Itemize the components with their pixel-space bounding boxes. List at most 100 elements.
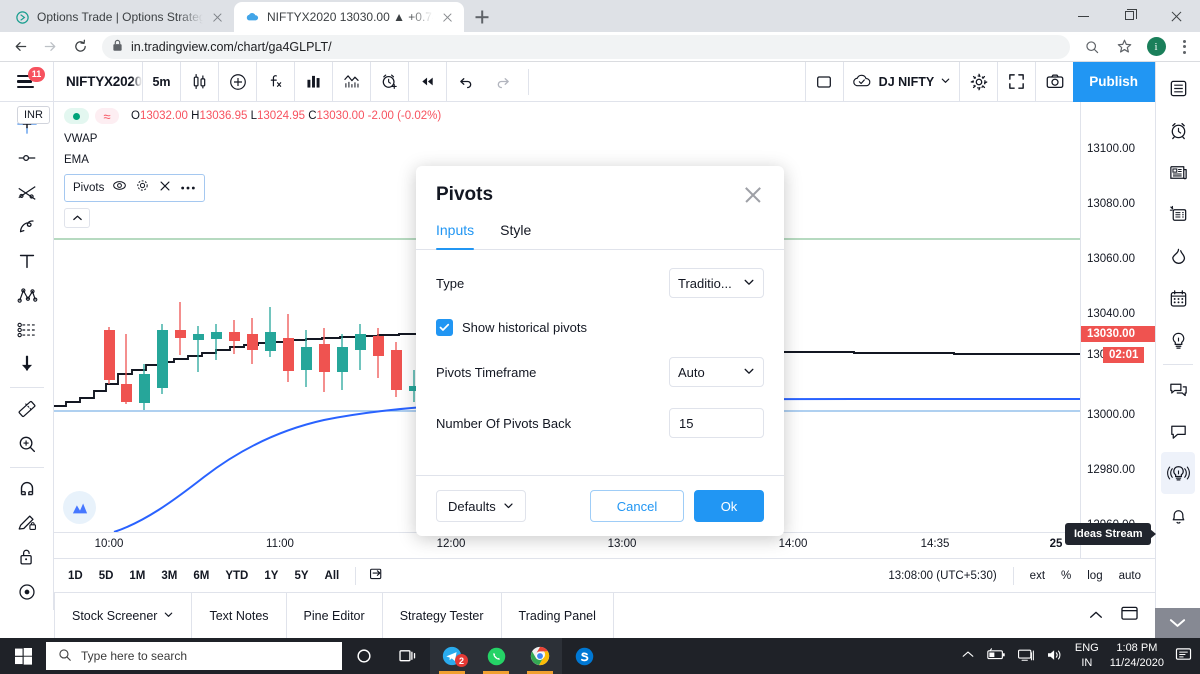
windows-icon[interactable] (0, 638, 46, 674)
calendar-icon[interactable] (1161, 277, 1195, 319)
pattern-icon[interactable] (8, 279, 46, 311)
back-icon[interactable] (6, 33, 34, 61)
tab-strategy-tester[interactable]: Strategy Tester (383, 592, 502, 639)
watchlist-icon[interactable] (1161, 67, 1195, 109)
close-x-icon[interactable] (742, 184, 764, 206)
fx-icon[interactable] (256, 61, 294, 102)
battery-icon[interactable] (986, 648, 1006, 664)
range-6m[interactable]: 6M (185, 570, 217, 582)
close-x-icon[interactable] (158, 179, 172, 198)
symbol-search[interactable]: NIFTYX2020 (54, 74, 142, 89)
tab-pine-editor[interactable]: Pine Editor (287, 592, 383, 639)
chat-icon[interactable] (1161, 368, 1195, 410)
volume-icon[interactable] (1046, 648, 1064, 665)
language-indicator[interactable]: ENG IN (1075, 641, 1099, 671)
arrow-down-icon[interactable] (8, 348, 46, 380)
bar-replay-icon[interactable] (294, 61, 332, 102)
currency-badge[interactable]: INR (17, 106, 50, 124)
range-1m[interactable]: 1M (121, 570, 153, 582)
hide-drawings-icon[interactable] (8, 576, 46, 608)
date-range-icon[interactable] (364, 565, 389, 587)
type-select[interactable]: Traditio... (669, 268, 764, 298)
panel-maximize-icon[interactable] (1120, 605, 1139, 626)
range-1d[interactable]: 1D (54, 570, 91, 582)
defaults-button[interactable]: Defaults (436, 490, 526, 522)
search-input[interactable]: Type here to search (46, 642, 342, 670)
publish-button[interactable]: Publish (1073, 61, 1154, 102)
main-menu-button[interactable]: 11 (0, 61, 54, 102)
panel-collapse-icon[interactable] (1088, 607, 1104, 625)
rewind-icon[interactable] (408, 61, 446, 102)
indicators-plus-icon[interactable] (218, 61, 256, 102)
ideas-bulb-icon[interactable] (1161, 319, 1195, 361)
reload-icon[interactable] (66, 33, 94, 61)
bookmark-star-icon[interactable] (1110, 33, 1138, 61)
toggle-log[interactable]: log (1079, 570, 1110, 582)
whatsapp-icon[interactable] (474, 638, 518, 674)
tab-trading-panel[interactable]: Trading Panel (502, 592, 614, 639)
range-ytd[interactable]: YTD (217, 570, 256, 582)
skype-icon[interactable] (562, 638, 606, 674)
private-chat-icon[interactable] (1161, 410, 1195, 452)
clock[interactable]: 1:08 PM 11/24/2020 (1110, 641, 1164, 671)
address-bar[interactable]: in.tradingview.com/chart/ga4GLPLT/ (102, 34, 1070, 59)
notification-icon[interactable] (1175, 647, 1192, 665)
alert-clock-icon[interactable] (370, 61, 408, 102)
data-window-icon[interactable] (1161, 193, 1195, 235)
camera-icon[interactable] (1035, 61, 1073, 102)
ok-button[interactable]: Ok (694, 490, 764, 522)
news-icon[interactable] (1161, 151, 1195, 193)
fullscreen-icon[interactable] (997, 61, 1035, 102)
tab-stock-screener[interactable]: Stock Screener (54, 592, 193, 639)
tab-style[interactable]: Style (500, 222, 531, 249)
pivots-timeframe-select[interactable]: Auto (669, 357, 764, 387)
forecast-icon[interactable] (8, 314, 46, 346)
range-5d[interactable]: 5D (91, 570, 122, 582)
zoom-search-icon[interactable] (1078, 33, 1106, 61)
cancel-button[interactable]: Cancel (590, 490, 684, 522)
text-icon[interactable] (8, 245, 46, 277)
compare-icon[interactable] (332, 61, 370, 102)
drawing-mode-icon[interactable] (8, 507, 46, 539)
magnet-icon[interactable] (8, 473, 46, 505)
chevron-down-icon[interactable] (163, 609, 174, 623)
browser-tab-1[interactable]: Options Trade | Options Strategy (4, 2, 234, 32)
ideas-stream-icon[interactable] (1161, 452, 1195, 494)
brush-icon[interactable] (8, 211, 46, 243)
range-all[interactable]: All (317, 570, 348, 582)
avatar[interactable]: i (1142, 33, 1170, 61)
range-5y[interactable]: 5Y (286, 570, 316, 582)
lock-icon[interactable] (8, 541, 46, 573)
forward-icon[interactable] (36, 33, 64, 61)
chevron-up-icon[interactable] (961, 650, 975, 662)
task-view-icon[interactable] (386, 638, 430, 674)
alerts-clock-icon[interactable] (1161, 109, 1195, 151)
network-icon[interactable] (1017, 648, 1035, 665)
range-3m[interactable]: 3M (153, 570, 185, 582)
indicator-pivots[interactable]: Pivots (64, 174, 206, 202)
cortana-icon[interactable] (342, 638, 386, 674)
undo-icon[interactable] (446, 61, 484, 102)
range-1y[interactable]: 1Y (256, 570, 286, 582)
measure-ruler-icon[interactable] (8, 393, 46, 425)
save-layout-button[interactable]: DJ NIFTY (842, 61, 960, 102)
gear-icon[interactable] (959, 61, 997, 102)
sidebar-scroll-down-button[interactable] (1155, 608, 1200, 638)
tab-inputs[interactable]: Inputs (436, 222, 475, 250)
close-icon[interactable] (440, 10, 455, 25)
pivots-back-input[interactable]: 15 (669, 408, 764, 438)
redo-icon[interactable] (484, 62, 522, 102)
telegram-icon[interactable]: 2 (430, 638, 474, 674)
new-tab-button[interactable] (468, 3, 496, 31)
minimize-button[interactable] (1062, 0, 1108, 32)
settings-gear-icon[interactable] (135, 178, 150, 198)
legend-collapse-button[interactable] (64, 208, 90, 228)
show-historical-pivots-row[interactable]: Show historical pivots (436, 319, 764, 336)
browser-tab-2[interactable]: NIFTYX2020 13030.00 ▲ +0.74% (234, 2, 464, 32)
indicator-vwap[interactable]: VWAP (64, 133, 441, 145)
notifications-bell-icon[interactable] (1161, 494, 1195, 536)
single-layout-icon[interactable] (804, 61, 843, 102)
tab-text-notes[interactable]: Text Notes (192, 592, 287, 639)
toggle-ext[interactable]: ext (1022, 570, 1053, 582)
fib-icon[interactable] (8, 177, 46, 209)
